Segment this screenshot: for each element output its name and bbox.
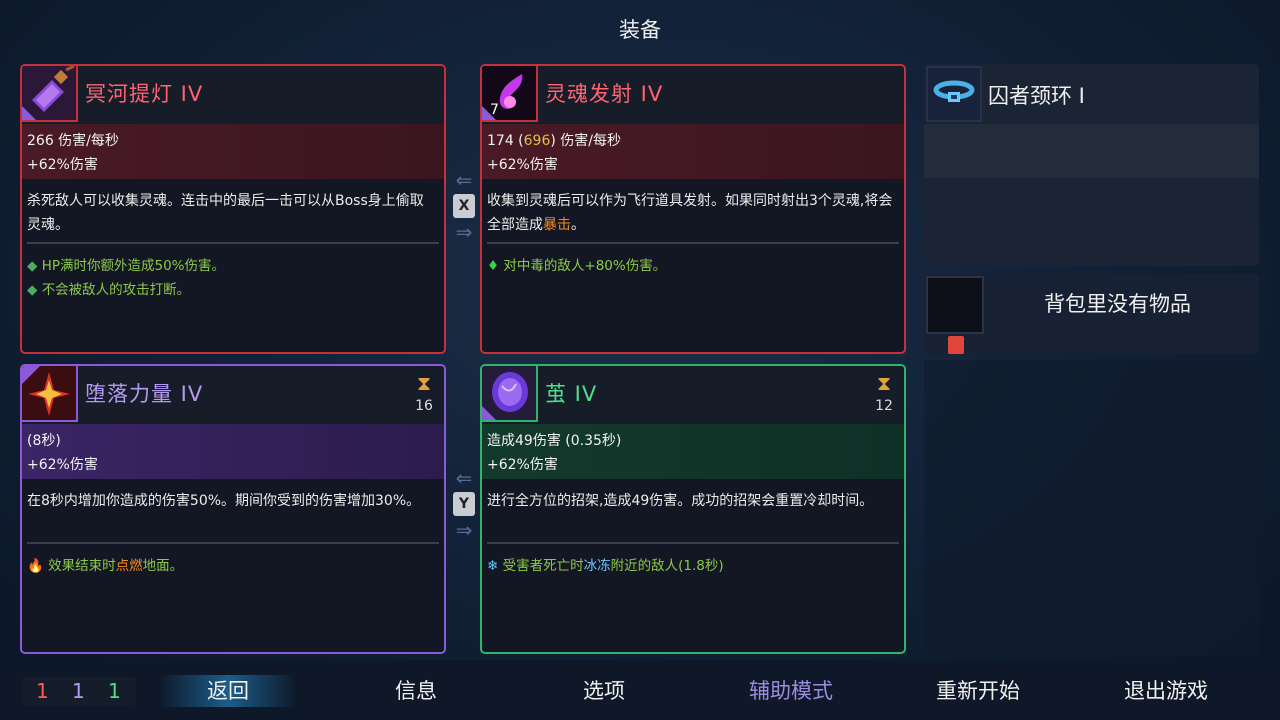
bullet-icon: ◆	[27, 258, 38, 274]
assist-mode-button[interactable]: 辅助模式	[721, 675, 861, 705]
key-x: X	[453, 194, 475, 218]
cooldown-seconds: 12	[875, 398, 893, 414]
cocoon-icon	[482, 366, 538, 422]
arrow-left-icon: ⇐	[455, 466, 473, 490]
bullet-icon: ◆	[27, 282, 38, 298]
divider	[487, 242, 899, 244]
amulet-name: 囚者颈环 I	[988, 84, 1085, 108]
damage-bonus-stat: +62%伤害	[487, 157, 558, 173]
bonus-text: HP满时你额外造成50%伤害。	[41, 258, 225, 274]
backpack-empty-text: 背包里没有物品	[1044, 292, 1191, 316]
swap-skills-top[interactable]: ⇐ X ⇒	[449, 168, 479, 244]
dps-unit: ) 伤害/每秒	[550, 133, 622, 149]
damage-bonus-stat: +62%伤害	[27, 457, 98, 473]
bonus-text: 附近的敌人(1.8秒)	[610, 558, 724, 574]
fire-icon: 🔥	[27, 558, 44, 574]
bonus-line: ♦ 对中毒的敌人+80%伤害。	[487, 254, 666, 274]
ignite-keyword: 点燃	[115, 558, 143, 574]
counter-green: 1	[108, 679, 121, 703]
skill-description: 收集到灵魂后可以作为飞行道具发射。如果同时射出3个灵魂,将会全部造成暴击。	[487, 189, 894, 237]
bonus-text: 对中毒的敌人+80%伤害。	[503, 258, 667, 274]
hourglass-icon: ⧗	[416, 371, 432, 395]
dps-base: 174 (	[487, 133, 524, 149]
bonus-line: ❄ 受害者死亡时冰冻附近的敌人(1.8秒)	[487, 554, 724, 574]
skill-card-cocoon[interactable]: 茧 IV ⧗ 12 造成49伤害 (0.35秒) +62%伤害 进行全方位的招架…	[480, 364, 906, 654]
amulet-stats-band	[924, 124, 1259, 178]
counter-red: 1	[36, 679, 49, 703]
arrow-right-icon: ⇒	[455, 220, 473, 244]
bonus-text: 受害者死亡时	[502, 558, 584, 574]
damage-bonus-stat: +62%伤害	[487, 457, 558, 473]
backpack-slot[interactable]	[926, 276, 984, 334]
skill-name: 茧 IV	[545, 382, 598, 406]
dps-stat: 174 (696) 伤害/每秒	[487, 130, 621, 150]
freeze-keyword: 冰冻	[583, 558, 611, 574]
poison-icon: ♦	[487, 258, 500, 274]
bonus-text: 效果结束时	[48, 558, 116, 574]
back-button[interactable]: 返回	[158, 675, 298, 707]
snowflake-icon: ❄	[487, 558, 499, 574]
arrow-right-icon: ⇒	[455, 518, 473, 542]
damage-bonus-stat: +62%伤害	[27, 157, 98, 173]
amulet-panel[interactable]: 囚者颈环 I	[924, 64, 1259, 266]
duration-stat: (8秒)	[27, 433, 61, 449]
skill-name: 冥河提灯 IV	[85, 82, 204, 106]
soul-flame-icon: 7	[482, 66, 538, 122]
bonus-line: ◆ HP满时你额外造成50%伤害。	[27, 254, 225, 274]
divider	[487, 542, 899, 544]
divider	[27, 242, 439, 244]
cooldown-seconds: 16	[415, 398, 433, 414]
bonus-text: 地面。	[142, 558, 184, 574]
cooldown-indicator: ⧗ 12	[872, 372, 896, 414]
bonus-line: 🔥 效果结束时点燃地面。	[27, 554, 183, 574]
restart-button[interactable]: 重新开始	[908, 675, 1048, 705]
skill-description: 在8秒内增加你造成的伤害50%。期间你受到的伤害增加30%。	[27, 493, 421, 509]
arrow-left-icon: ⇐	[455, 168, 473, 192]
quit-button[interactable]: 退出游戏	[1096, 675, 1236, 705]
collar-icon	[926, 66, 982, 122]
stats-band: 174 (696) 伤害/每秒 +62%伤害	[482, 124, 904, 179]
counter-purple: 1	[72, 679, 85, 703]
page-title: 装备	[619, 18, 661, 42]
swap-skills-bottom[interactable]: ⇐ Y ⇒	[449, 466, 479, 542]
icon-badge: 7	[490, 102, 499, 118]
bonus-line: ◆ 不会被敌人的攻击打断。	[27, 278, 190, 298]
skill-description: 进行全方位的招架,造成49伤害。成功的招架会重置冷却时间。	[487, 493, 874, 509]
hourglass-icon: ⧗	[876, 371, 892, 395]
skill-name: 灵魂发射 IV	[545, 82, 664, 106]
dps-crit: 696	[523, 133, 551, 149]
skill-card-soul-shot[interactable]: 7 灵魂发射 IV 174 (696) 伤害/每秒 +62%伤害 收集到灵魂后可…	[480, 64, 906, 354]
skill-card-fallen-power[interactable]: 堕落力量 IV ⧗ 16 (8秒) +62%伤害 在8秒内增加你造成的伤害50%…	[20, 364, 446, 654]
damage-stat: 造成49伤害 (0.35秒)	[487, 433, 622, 449]
crit-keyword: 暴击	[543, 217, 571, 233]
skill-card-stygian-lantern[interactable]: 冥河提灯 IV 266 伤害/每秒 +62%伤害 杀死敌人可以收集灵魂。连击中的…	[20, 64, 446, 354]
bonus-text: 不会被敌人的攻击打断。	[41, 282, 191, 298]
stats-band: 266 伤害/每秒 +62%伤害	[22, 124, 444, 179]
backpack-icon	[948, 336, 964, 354]
backpack-panel[interactable]: 背包里没有物品	[924, 274, 1259, 354]
divider	[27, 542, 439, 544]
scroll-counter: 1 1 1	[22, 677, 136, 705]
lantern-icon	[22, 66, 78, 122]
skill-description: 杀死敌人可以收集灵魂。连击中的最后一击可以从Boss身上偷取灵魂。	[27, 193, 424, 233]
key-y: Y	[453, 492, 475, 516]
fallen-power-icon	[22, 366, 78, 422]
empty-panel	[924, 360, 1259, 656]
skill-name: 堕落力量 IV	[85, 382, 204, 406]
info-button[interactable]: 信息	[346, 675, 486, 705]
cooldown-indicator: ⧗ 16	[412, 372, 436, 414]
stats-band: (8秒) +62%伤害	[22, 424, 444, 479]
desc-text: 。	[571, 217, 585, 233]
stats-band: 造成49伤害 (0.35秒) +62%伤害	[482, 424, 904, 479]
options-button[interactable]: 选项	[534, 675, 674, 705]
dps-stat: 266 伤害/每秒	[27, 133, 119, 149]
